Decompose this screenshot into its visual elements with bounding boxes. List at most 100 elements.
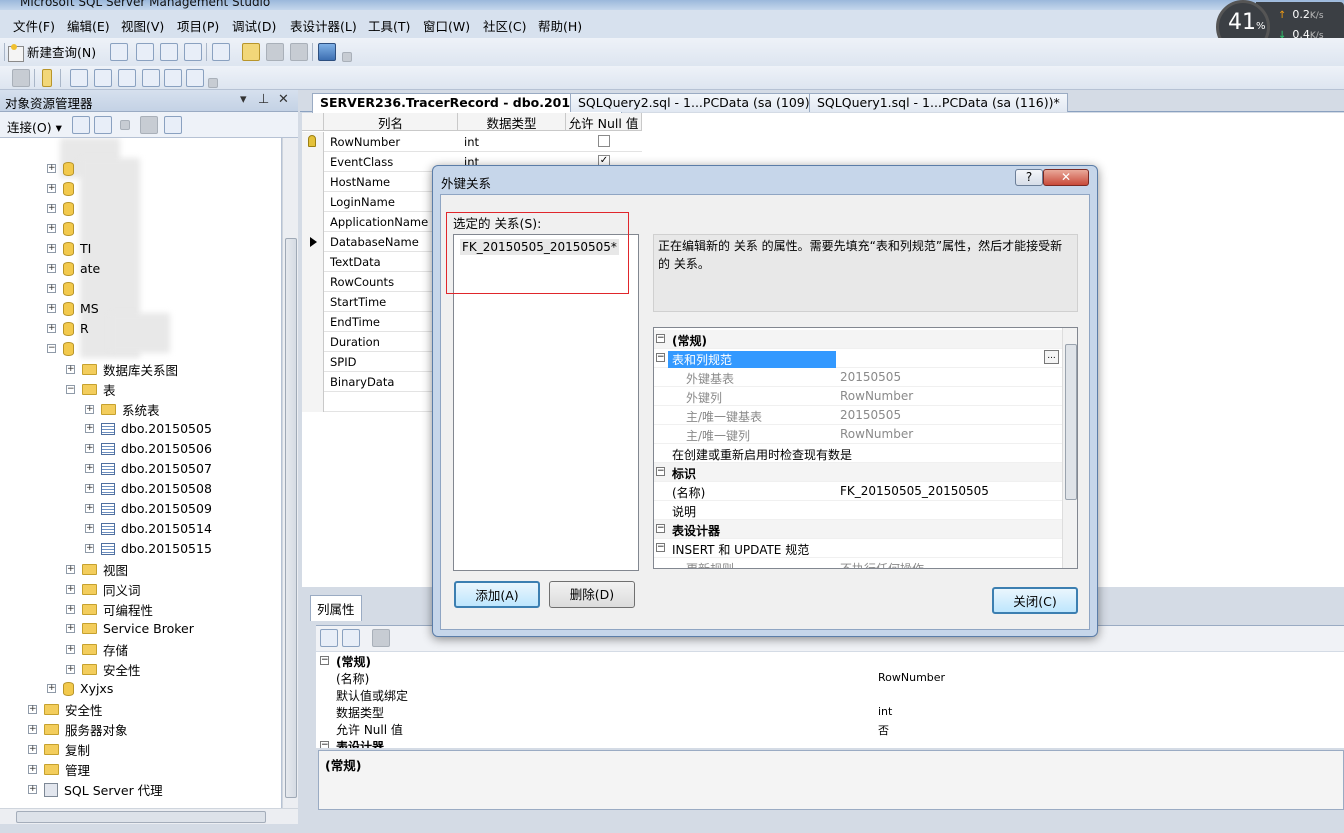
- tree-node[interactable]: + 管理: [28, 760, 90, 780]
- expand-icon[interactable]: +: [47, 264, 56, 273]
- filter-icon[interactable]: [140, 116, 158, 134]
- check-constraints-icon[interactable]: [164, 69, 182, 87]
- column-name[interactable]: DatabaseName: [330, 235, 419, 249]
- tree-node[interactable]: + dbo.20150506: [85, 440, 212, 460]
- collapse-icon[interactable]: −: [656, 524, 665, 533]
- column-name[interactable]: ApplicationName: [330, 215, 428, 229]
- pin-icon[interactable]: ⊥: [258, 92, 269, 107]
- object-explorer-vscroll[interactable]: [282, 138, 298, 808]
- expand-icon[interactable]: +: [85, 504, 94, 513]
- tab-column-properties[interactable]: 列属性: [310, 595, 362, 621]
- tree-node[interactable]: + 视图: [66, 560, 128, 580]
- expand-icon[interactable]: +: [66, 565, 75, 574]
- tree-node[interactable]: + 系统表: [85, 400, 160, 420]
- property-pages-icon[interactable]: [372, 629, 390, 647]
- new-file-icon[interactable]: [110, 43, 128, 61]
- disconnect-icon[interactable]: [94, 116, 112, 134]
- tree-node[interactable]: + 同义词: [66, 580, 141, 600]
- expand-icon[interactable]: +: [66, 605, 75, 614]
- row-selector[interactable]: [302, 392, 324, 412]
- row-selector[interactable]: [302, 252, 324, 272]
- row-selector[interactable]: [302, 192, 324, 212]
- object-explorer-hscroll[interactable]: [0, 808, 298, 824]
- expand-icon[interactable]: +: [47, 224, 56, 233]
- expand-icon[interactable]: +: [66, 365, 75, 374]
- tree-node[interactable]: + 可编程性: [66, 600, 153, 620]
- spatial-index-icon[interactable]: [186, 69, 204, 87]
- menu-file[interactable]: 文件(F): [13, 16, 55, 35]
- property-value[interactable]: RowNumber: [840, 427, 913, 441]
- property-category[interactable]: − 标识: [654, 463, 1062, 482]
- query-dmx-icon[interactable]: [184, 43, 202, 61]
- tree-node[interactable]: −: [47, 340, 80, 360]
- help-button[interactable]: ?: [1015, 169, 1043, 186]
- tab-sqlquery1[interactable]: SQLQuery1.sql - 1...PCData (sa (116))*: [809, 93, 1068, 112]
- property-row[interactable]: 允许 Null 值 否: [316, 720, 1344, 737]
- expand-icon[interactable]: +: [47, 684, 56, 693]
- property-value[interactable]: RowNumber: [840, 389, 913, 403]
- property-row[interactable]: 数据类型 int: [316, 703, 1344, 720]
- tree-node[interactable]: + Service Broker: [66, 620, 194, 640]
- property-grid-scrollbar[interactable]: [1062, 328, 1077, 568]
- menu-debug[interactable]: 调试(D): [232, 16, 276, 35]
- tree-node[interactable]: +: [47, 220, 80, 240]
- xml-index-icon[interactable]: [142, 69, 160, 87]
- column-name[interactable]: LoginName: [330, 195, 395, 209]
- new-project-icon[interactable]: [212, 43, 230, 61]
- collapse-icon[interactable]: −: [320, 741, 329, 748]
- property-value[interactable]: int: [878, 705, 892, 718]
- row-selector[interactable]: [302, 272, 324, 292]
- property-row[interactable]: − 表和列规范...: [654, 349, 1062, 368]
- add-button[interactable]: 添加(A): [454, 581, 540, 608]
- stop-icon[interactable]: [120, 120, 130, 130]
- indexes-icon[interactable]: [94, 69, 112, 87]
- tree-node[interactable]: +: [47, 160, 80, 180]
- expand-icon[interactable]: +: [66, 585, 75, 594]
- property-category[interactable]: − 表设计器: [654, 520, 1062, 539]
- tree-node[interactable]: + dbo.20150514: [85, 520, 212, 540]
- property-value[interactable]: RowNumber: [878, 671, 945, 684]
- column-name[interactable]: SPID: [330, 355, 356, 369]
- property-row[interactable]: 外键基表 20150505: [654, 368, 1062, 387]
- property-row[interactable]: 主/唯一键基表 20150505: [654, 406, 1062, 425]
- collapse-icon[interactable]: −: [656, 543, 665, 552]
- ellipsis-button[interactable]: ...: [1044, 350, 1059, 364]
- tree-node[interactable]: + MS: [47, 300, 99, 320]
- connect-button[interactable]: 连接(O) ▾: [7, 117, 62, 136]
- property-row[interactable]: 更新规则 不执行任何操作: [654, 558, 1062, 568]
- property-row[interactable]: 默认值或绑定: [316, 686, 1344, 703]
- property-row[interactable]: (名称) FK_20150505_20150505: [654, 482, 1062, 501]
- collapse-icon[interactable]: −: [656, 334, 665, 343]
- tree-node[interactable]: + 存储: [66, 640, 128, 660]
- menu-help[interactable]: 帮助(H): [538, 16, 582, 35]
- column-name[interactable]: HostName: [330, 175, 390, 189]
- tree-node[interactable]: + 数据库关系图: [66, 360, 178, 380]
- column-name[interactable]: EndTime: [330, 315, 380, 329]
- tree-node[interactable]: + dbo.20150508: [85, 480, 212, 500]
- expand-icon[interactable]: +: [85, 544, 94, 553]
- property-category[interactable]: − (常规): [654, 330, 1062, 349]
- open-folder-icon[interactable]: [242, 43, 260, 61]
- expand-icon[interactable]: +: [85, 405, 94, 414]
- expand-icon[interactable]: +: [28, 705, 37, 714]
- row-selector[interactable]: [302, 172, 324, 192]
- expand-icon[interactable]: +: [47, 184, 56, 193]
- dropdown-icon[interactable]: ▾: [240, 92, 247, 107]
- delete-button[interactable]: 删除(D): [549, 581, 635, 608]
- tree-node[interactable]: + 服务器对象: [28, 720, 128, 740]
- tree-node[interactable]: + dbo.20150509: [85, 500, 212, 520]
- expand-icon[interactable]: +: [85, 444, 94, 453]
- property-value[interactable]: 20150505: [840, 370, 901, 384]
- tree-node[interactable]: + Xyjxs: [47, 680, 113, 700]
- menu-project[interactable]: 项目(P): [177, 16, 219, 35]
- tree-node[interactable]: + 安全性: [66, 660, 141, 680]
- property-row[interactable]: 说明: [654, 501, 1062, 520]
- expand-icon[interactable]: +: [28, 725, 37, 734]
- menu-community[interactable]: 社区(C): [483, 16, 526, 35]
- property-row[interactable]: − INSERT 和 UPDATE 规范: [654, 539, 1062, 558]
- connect-icon[interactable]: [72, 116, 90, 134]
- column-name[interactable]: TextData: [330, 255, 381, 269]
- expand-icon[interactable]: +: [85, 464, 94, 473]
- expand-icon[interactable]: +: [66, 624, 75, 633]
- row-selector[interactable]: [302, 152, 324, 172]
